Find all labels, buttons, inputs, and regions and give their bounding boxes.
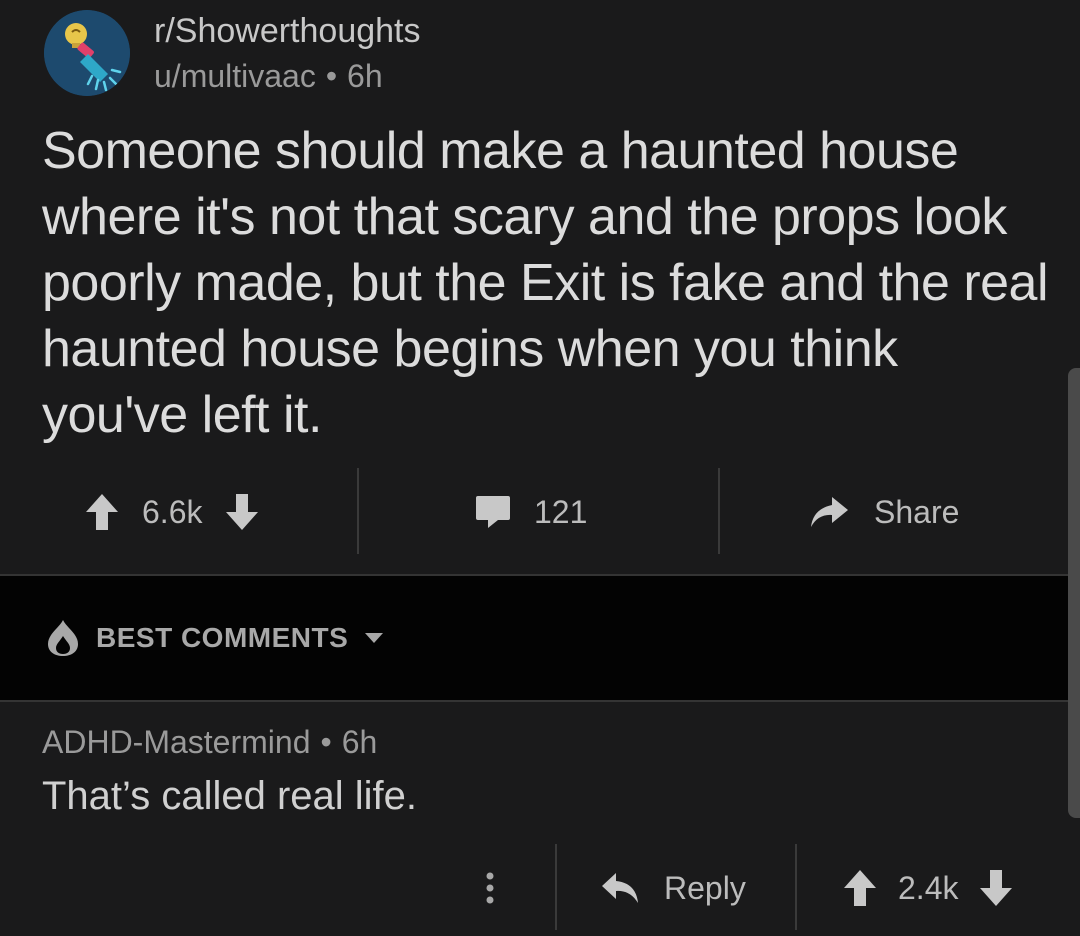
- comment-upvote-button[interactable]: [842, 868, 878, 908]
- reply-arrow-icon: [602, 873, 638, 903]
- comment-action-bar: Reply 2.4k: [0, 844, 1068, 932]
- post-author[interactable]: u/multivaac: [154, 58, 316, 94]
- action-divider: [795, 844, 797, 930]
- more-options-button[interactable]: [484, 844, 496, 932]
- post-action-bar: 6.6k 121 Share: [0, 468, 1068, 556]
- caret-down-icon: [365, 633, 384, 643]
- comment-vote-count: 2.4k: [898, 869, 959, 906]
- post-meta: u/multivaac • 6h: [154, 58, 383, 95]
- divider: [0, 700, 1068, 702]
- comment-sort-bar: BEST COMMENTS: [0, 576, 1068, 700]
- comment-meta: ADHD-Mastermind • 6h: [42, 724, 377, 761]
- comment-vote-control: 2.4k: [842, 844, 1014, 932]
- comment-age: 6h: [341, 724, 378, 760]
- comment-body: That’s called real life.: [42, 774, 417, 818]
- downvote-arrow-icon: [980, 870, 1013, 906]
- meta-separator: •: [320, 724, 332, 760]
- share-label: Share: [874, 493, 960, 530]
- comment-count: 121: [534, 493, 588, 530]
- reply-label: Reply: [664, 869, 746, 906]
- comment-author[interactable]: ADHD-Mastermind: [42, 724, 310, 760]
- subreddit-name[interactable]: r/Showerthoughts: [154, 12, 421, 51]
- subreddit-avatar[interactable]: [44, 10, 130, 96]
- flame-icon: [48, 620, 78, 656]
- post-title: Someone should make a haunted house wher…: [42, 122, 1049, 444]
- comment-downvote-button[interactable]: [978, 868, 1014, 908]
- upvote-arrow-icon: [844, 870, 876, 906]
- upvote-arrow-icon: [86, 494, 118, 530]
- upvote-button[interactable]: [84, 492, 120, 532]
- share-arrow-icon: [811, 497, 848, 527]
- reply-button[interactable]: Reply: [600, 844, 746, 932]
- downvote-button[interactable]: [224, 492, 260, 532]
- scrollbar[interactable]: [1068, 368, 1080, 818]
- post-age: 6h: [347, 58, 383, 94]
- action-divider: [357, 468, 359, 554]
- meta-separator: •: [325, 58, 338, 94]
- action-divider: [555, 844, 557, 930]
- post-vote-count: 6.6k: [142, 493, 203, 530]
- post-vote-control: 6.6k: [84, 468, 260, 556]
- vertical-dots-icon: [486, 872, 494, 904]
- comments-button[interactable]: 121: [474, 468, 587, 556]
- post-header: r/Showerthoughts u/multivaac • 6h: [44, 6, 944, 98]
- downvote-arrow-icon: [226, 494, 259, 530]
- sort-label: BEST COMMENTS: [96, 622, 349, 653]
- comment-bubble-icon: [476, 496, 510, 528]
- shower-head-icon: [44, 10, 130, 96]
- share-button[interactable]: Share: [808, 468, 959, 556]
- comment-sort-dropdown[interactable]: BEST COMMENTS: [46, 618, 384, 658]
- action-divider: [718, 468, 720, 554]
